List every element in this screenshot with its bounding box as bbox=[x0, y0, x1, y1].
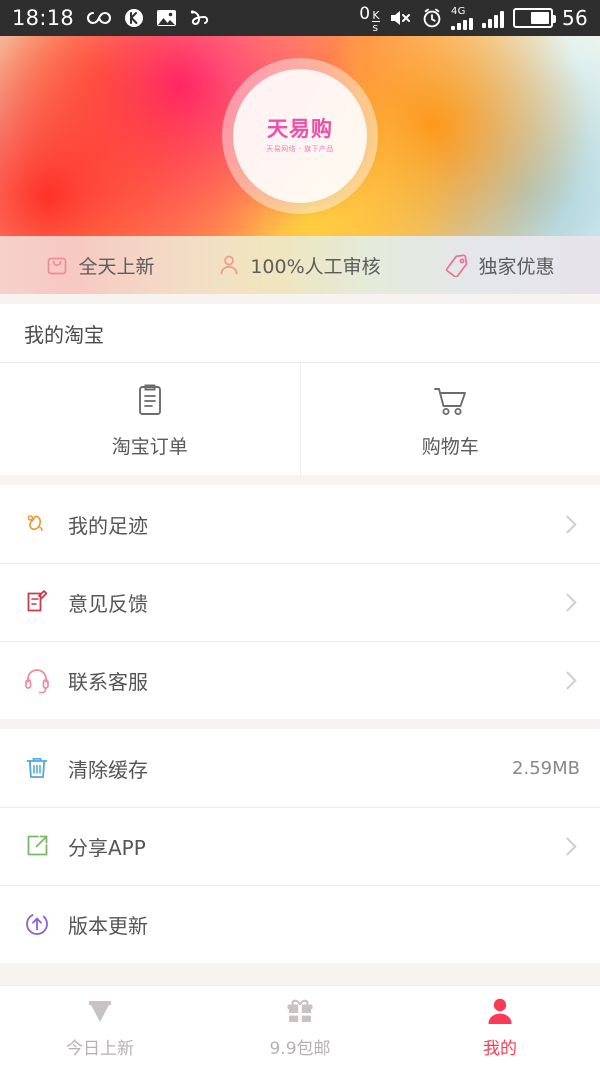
list-item-label: 意见反馈 bbox=[68, 591, 148, 616]
feature-strip: 全天上新 100%人工审核 独家优惠 bbox=[0, 236, 600, 294]
tile-label: 淘宝订单 bbox=[111, 435, 188, 458]
my-taobao-tiles: 淘宝订单 购物车 bbox=[0, 363, 600, 475]
alarm-icon bbox=[422, 8, 442, 28]
user-icon bbox=[483, 995, 517, 1027]
feature-label: 100%人工审核 bbox=[250, 255, 381, 278]
status-bar-left: 18:18 bbox=[12, 6, 211, 30]
list-item-label: 分享APP bbox=[68, 835, 146, 860]
settings-list-group-1: 我的足迹 意见反馈 联系客服 bbox=[0, 485, 600, 719]
list-item-right bbox=[551, 514, 580, 534]
update-icon bbox=[22, 909, 62, 939]
list-item-right bbox=[551, 592, 580, 612]
share-icon bbox=[22, 831, 62, 861]
chevron-right-icon bbox=[558, 670, 577, 690]
app-logo: 天易购 天易网络 - 旗下产品 bbox=[233, 69, 367, 203]
logo-title: 天易购 bbox=[267, 116, 333, 141]
tab-today-new[interactable]: 今日上新 bbox=[0, 986, 200, 1067]
list-item-right: 2.59MB bbox=[512, 758, 580, 779]
photo-icon bbox=[156, 9, 177, 27]
bottom-gap bbox=[0, 963, 600, 985]
mute-icon bbox=[389, 9, 413, 27]
list-item-clear-cache[interactable]: 清除缓存 2.59MB bbox=[0, 729, 600, 807]
tab-99-free-shipping[interactable]: 9.9包邮 bbox=[200, 986, 400, 1067]
feature-label: 全天上新 bbox=[78, 255, 155, 278]
diamond-icon bbox=[83, 995, 117, 1027]
kuaishou-icon bbox=[124, 8, 144, 28]
list-item-feedback[interactable]: 意见反馈 bbox=[0, 563, 600, 641]
network-speed: 0 K s bbox=[359, 4, 380, 33]
tab-label: 9.9包邮 bbox=[269, 1038, 331, 1059]
list-item-label: 联系客服 bbox=[68, 669, 148, 694]
footprint-icon bbox=[22, 509, 62, 539]
bag-icon bbox=[45, 253, 69, 277]
section-gap bbox=[0, 719, 600, 729]
list-item-label: 我的足迹 bbox=[68, 513, 148, 538]
network-speed-unit: K s bbox=[372, 8, 380, 34]
section-title-my-taobao: 我的淘宝 bbox=[0, 304, 600, 362]
header-banner: 天易购 天易网络 - 旗下产品 bbox=[0, 36, 600, 236]
feedback-icon bbox=[22, 587, 62, 617]
headset-icon bbox=[22, 665, 62, 695]
feature-item-new-daily: 全天上新 bbox=[45, 252, 154, 279]
shopping-cart-icon bbox=[428, 380, 472, 422]
person-icon bbox=[217, 253, 241, 277]
list-item-right bbox=[551, 670, 580, 690]
tile-shopping-cart[interactable]: 购物车 bbox=[299, 363, 600, 475]
section-gap bbox=[0, 294, 600, 304]
tag-icon bbox=[444, 253, 470, 277]
list-item-share-app[interactable]: 分享APP bbox=[0, 807, 600, 885]
status-bar: 18:18 0 K s 4G 56 bbox=[0, 0, 600, 36]
feature-item-exclusive-deal: 独家优惠 bbox=[444, 252, 555, 279]
order-clipboard-icon bbox=[129, 380, 171, 422]
app-screen: 18:18 0 K s 4G 56 天易购 天易网络 - 旗下产品 全天上新 1… bbox=[0, 0, 600, 1067]
section-gap bbox=[0, 475, 600, 485]
tab-label: 我的 bbox=[483, 1038, 517, 1059]
tile-taobao-orders[interactable]: 淘宝订单 bbox=[0, 363, 300, 475]
tab-mine[interactable]: 我的 bbox=[400, 986, 600, 1067]
tile-label: 购物车 bbox=[421, 435, 479, 458]
status-time: 18:18 bbox=[12, 6, 75, 30]
infinity-icon bbox=[86, 10, 112, 26]
trash-icon bbox=[22, 753, 62, 783]
signal-icon bbox=[481, 9, 504, 28]
list-item-label: 版本更新 bbox=[68, 913, 148, 938]
settings-list-group-2: 清除缓存 2.59MB 分享APP 版本更新 bbox=[0, 729, 600, 963]
feature-item-manual-review: 100%人工审核 bbox=[217, 252, 381, 279]
cache-size-value: 2.59MB bbox=[512, 757, 580, 779]
chevron-right-icon bbox=[558, 592, 577, 612]
list-item-my-footprint[interactable]: 我的足迹 bbox=[0, 485, 600, 563]
logo-subtitle: 天易网络 - 旗下产品 bbox=[266, 144, 334, 153]
status-bar-right: 0 K s 4G 56 bbox=[359, 4, 588, 33]
ribbon-icon bbox=[189, 9, 211, 27]
tab-label: 今日上新 bbox=[66, 1038, 134, 1059]
bottom-tab-bar: 今日上新 9.9包邮 我的 bbox=[0, 985, 600, 1067]
list-item-contact-support[interactable]: 联系客服 bbox=[0, 641, 600, 719]
network-type-label: 4G bbox=[450, 5, 466, 17]
chevron-right-icon bbox=[558, 836, 577, 856]
signal-bars-1 bbox=[450, 17, 473, 30]
network-speed-value: 0 bbox=[359, 3, 371, 24]
feature-label: 独家优惠 bbox=[478, 255, 555, 278]
chevron-right-icon bbox=[558, 514, 577, 534]
battery-level: 56 bbox=[561, 6, 588, 30]
gift-icon bbox=[283, 995, 317, 1027]
list-item-label: 清除缓存 bbox=[68, 757, 148, 782]
signal-4g-icon: 4G bbox=[450, 5, 473, 30]
battery-icon bbox=[512, 8, 556, 28]
list-item-right bbox=[551, 836, 580, 856]
list-item-version-update[interactable]: 版本更新 bbox=[0, 885, 600, 963]
